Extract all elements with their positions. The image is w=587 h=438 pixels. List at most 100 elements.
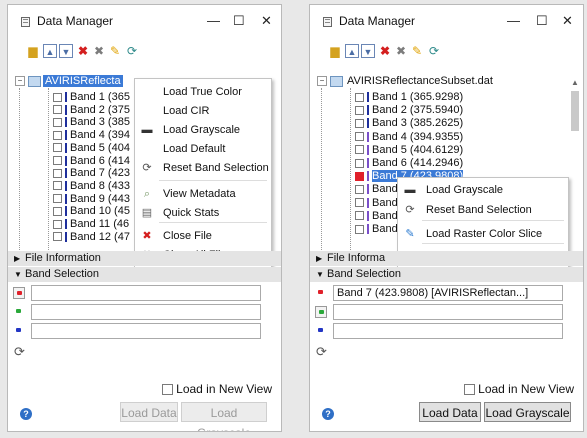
expand-all-icon[interactable]: ▲ (345, 44, 359, 58)
green-channel-button[interactable] (13, 306, 25, 318)
band-checkbox[interactable] (53, 206, 62, 216)
band-tree-item[interactable]: Band 5 (404.6129) (355, 144, 463, 157)
band-tree-item[interactable]: Band 6 (414 (53, 155, 130, 168)
open-file-icon[interactable]: ▆ (328, 44, 342, 58)
close-window-button[interactable]: ✕ (562, 13, 573, 29)
close-file-icon[interactable]: ✖ (378, 44, 392, 58)
pin-icon[interactable]: ✎ (410, 44, 424, 58)
band-tree-item[interactable]: Band 11 (46 (53, 218, 129, 231)
band-checkbox[interactable] (53, 156, 62, 166)
scroll-up-icon[interactable]: ▲ (571, 78, 579, 87)
band-selection-section[interactable]: ▼ Band Selection (310, 267, 583, 282)
tree-collapse-toggle[interactable]: − (15, 76, 25, 87)
close-all-files-icon[interactable]: ✖ (92, 44, 106, 58)
band-checkbox[interactable] (53, 194, 62, 204)
band-checkbox[interactable] (355, 118, 364, 128)
band-checkbox[interactable] (355, 145, 364, 155)
band-tree-item[interactable]: Band (355, 197, 398, 210)
sync-icon[interactable]: ⟳ (125, 44, 139, 58)
band-tree-item[interactable]: Band 4 (394 (53, 129, 130, 142)
help-icon[interactable]: ? (20, 408, 32, 420)
band-tree-item[interactable]: Band 2 (375 (53, 104, 130, 117)
band-checkbox[interactable] (53, 130, 62, 140)
band-checkbox[interactable] (355, 184, 364, 194)
tree-scrollbar[interactable]: ▲ (570, 66, 580, 257)
menu-item-reset-band-selection[interactable]: ⟳ Reset Band Selection (135, 157, 271, 179)
expand-all-icon[interactable]: ▲ (43, 44, 57, 58)
tree-root-file[interactable]: − AVIRISReflecta (15, 75, 123, 89)
band-checkbox[interactable] (53, 105, 62, 115)
band-checkbox[interactable] (53, 219, 62, 229)
green-channel-button[interactable] (315, 306, 327, 318)
tree-root-file[interactable]: − AVIRISReflectanceSubset.dat (317, 75, 495, 89)
band-checkbox[interactable] (355, 224, 364, 234)
band-tree-item[interactable]: Band 4 (394.9355) (355, 131, 463, 144)
reset-bands-icon[interactable]: ⟳ (14, 344, 25, 360)
band-selection-green[interactable] (333, 304, 563, 320)
file-information-section[interactable]: ▶ File Information (8, 251, 281, 266)
minimize-button[interactable]: — (507, 13, 520, 28)
help-icon[interactable]: ? (322, 408, 334, 420)
band-tree-item[interactable]: Band (355, 183, 398, 196)
band-tree-item[interactable]: Band (355, 210, 398, 223)
band-tree-item[interactable]: Band 1 (365.9298) (355, 91, 463, 104)
band-tree-item[interactable]: Band 1 (365 (53, 91, 130, 104)
band-tree-item[interactable]: Band 2 (375.5940) (355, 104, 463, 117)
menu-item-reset-band-selection[interactable]: ⟳ Reset Band Selection (398, 199, 568, 221)
collapse-all-icon[interactable]: ▼ (361, 44, 375, 58)
band-tree-item[interactable]: Band 3 (385.2625) (355, 117, 463, 130)
load-data-button[interactable]: Load Data (120, 402, 178, 422)
band-selection-red[interactable]: Band 7 (423.9808) [AVIRISReflectan...] (333, 285, 563, 301)
band-tree-item[interactable]: Band 7 (423 (53, 167, 130, 180)
band-checkbox[interactable] (355, 211, 364, 221)
close-file-icon[interactable]: ✖ (76, 44, 90, 58)
collapse-all-icon[interactable]: ▼ (59, 44, 73, 58)
maximize-button[interactable]: ☐ (233, 13, 245, 29)
close-window-button[interactable]: ✕ (261, 13, 272, 29)
load-new-view-checkbox[interactable]: Load in New View (162, 382, 272, 396)
band-checkbox[interactable] (53, 181, 62, 191)
load-data-button[interactable]: Load Data (419, 402, 481, 422)
band-checkbox[interactable] (355, 132, 364, 142)
band-selection-red[interactable] (31, 285, 261, 301)
band-checkbox[interactable] (355, 158, 364, 168)
band-tree-item[interactable]: Band 10 (45 (53, 205, 130, 218)
pin-icon[interactable]: ✎ (108, 44, 122, 58)
minimize-button[interactable]: — (207, 13, 220, 28)
tree-collapse-toggle[interactable]: − (317, 76, 327, 87)
band-checkbox[interactable] (53, 117, 62, 127)
open-file-icon[interactable]: ▆ (26, 44, 40, 58)
sync-icon[interactable]: ⟳ (427, 44, 441, 58)
band-checkbox[interactable] (53, 232, 62, 242)
band-checkbox[interactable] (53, 143, 62, 153)
red-channel-button[interactable] (13, 287, 25, 299)
band-checkbox[interactable] (355, 92, 364, 102)
scrollbar-thumb[interactable] (571, 91, 579, 131)
band-selection-blue[interactable] (31, 323, 261, 339)
band-tree-item[interactable]: Band 6 (414.2946) (355, 157, 463, 170)
reset-bands-icon[interactable]: ⟳ (316, 344, 327, 360)
load-grayscale-button[interactable]: Load Grayscale (181, 402, 267, 431)
menu-item-quick-stats[interactable]: ▤ Quick Stats (135, 202, 271, 224)
band-selection-blue[interactable] (333, 323, 563, 339)
menu-item-load-grayscale[interactable]: ▬ Load Grayscale (398, 179, 568, 201)
blue-channel-button[interactable] (315, 325, 327, 337)
band-checkbox[interactable] (355, 198, 364, 208)
load-new-view-checkbox[interactable]: Load in New View (464, 382, 574, 396)
close-all-files-icon[interactable]: ✖ (394, 44, 408, 58)
band-tree-item[interactable]: Band 3 (385 (53, 116, 130, 129)
blue-channel-button[interactable] (13, 325, 25, 337)
band-tree-item[interactable]: Band 8 (433 (53, 180, 130, 193)
red-channel-button[interactable] (315, 287, 327, 299)
band-tree-item[interactable]: Band (355, 223, 398, 236)
band-checkbox[interactable] (355, 171, 364, 181)
band-selection-green[interactable] (31, 304, 261, 320)
load-grayscale-button[interactable]: Load Grayscale (484, 402, 571, 422)
file-information-section[interactable]: ▶ File Informa (310, 251, 583, 266)
menu-item-load-raster-color-slice[interactable]: ✎ Load Raster Color Slice (398, 223, 568, 245)
band-tree-item[interactable]: Band 5 (404 (53, 142, 130, 155)
band-selection-section[interactable]: ▼ Band Selection (8, 267, 281, 282)
band-tree-item[interactable]: Band 12 (47 (53, 231, 130, 244)
maximize-button[interactable]: ☐ (536, 13, 548, 29)
band-checkbox[interactable] (53, 168, 62, 178)
